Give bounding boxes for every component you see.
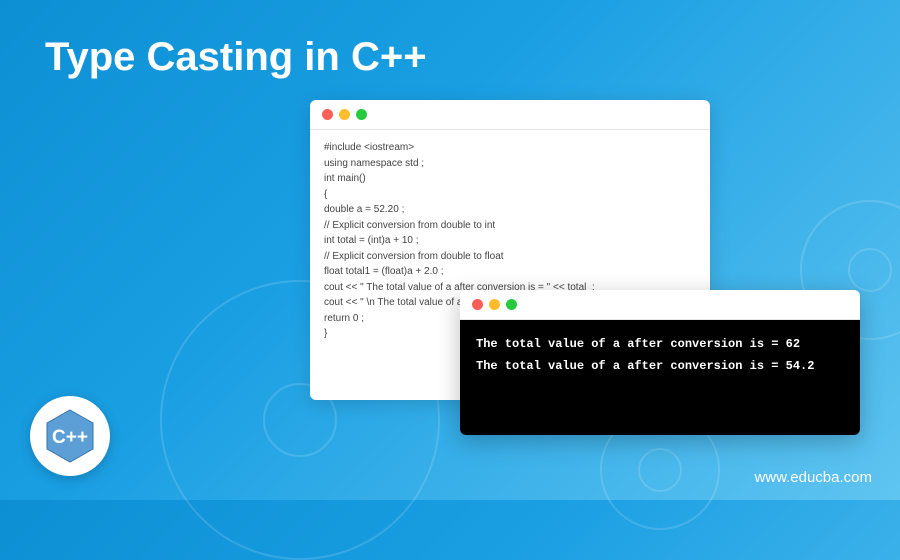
window-titlebar bbox=[310, 100, 710, 130]
window-titlebar bbox=[460, 290, 860, 320]
close-icon bbox=[322, 109, 333, 120]
terminal-output: The total value of a after conversion is… bbox=[460, 320, 860, 435]
cpp-logo: C++ bbox=[30, 396, 110, 476]
close-icon bbox=[472, 299, 483, 310]
minimize-icon bbox=[489, 299, 500, 310]
svg-text:C++: C++ bbox=[52, 427, 88, 448]
minimize-icon bbox=[339, 109, 350, 120]
terminal-window: The total value of a after conversion is… bbox=[460, 290, 860, 435]
maximize-icon bbox=[356, 109, 367, 120]
page-title: Type Casting in C++ bbox=[45, 35, 427, 80]
cpp-hexagon-icon: C++ bbox=[45, 408, 95, 464]
maximize-icon bbox=[506, 299, 517, 310]
footer-url: www.educba.com bbox=[754, 469, 872, 486]
